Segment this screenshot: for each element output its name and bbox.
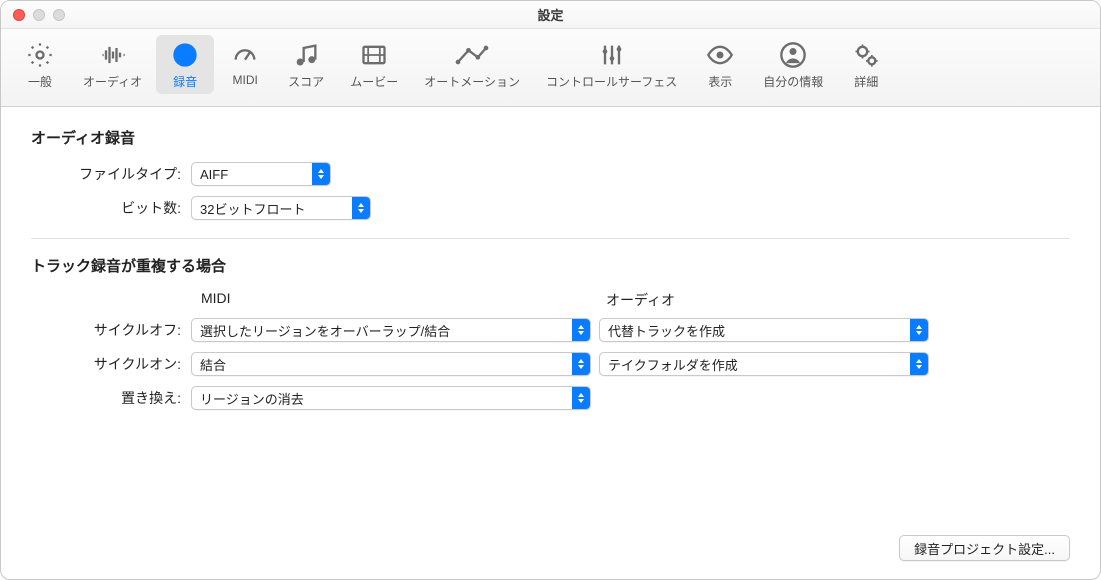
toolbar-item-recording[interactable]: 録音 bbox=[156, 35, 214, 94]
file-type-select[interactable]: AIFF bbox=[191, 162, 331, 186]
content-pane: オーディオ録音 ファイルタイプ: AIFF ビット数: 32ビットフロート トラ… bbox=[1, 107, 1100, 579]
section-title-audio-recording: オーディオ録音 bbox=[31, 127, 1070, 148]
gear-icon bbox=[26, 39, 54, 71]
toolbar-item-control-surfaces[interactable]: コントロールサーフェス bbox=[534, 35, 689, 94]
record-icon bbox=[171, 39, 199, 71]
cycle-off-row: サイクルオフ: 選択したリージョンをオーバーラップ/結合 代替トラックを作成 bbox=[31, 318, 1070, 342]
recording-project-settings-button[interactable]: 録音プロジェクト設定... bbox=[899, 535, 1070, 561]
cycle-off-audio-value: 代替トラックを作成 bbox=[608, 321, 725, 340]
toolbar-item-label: 一般 bbox=[28, 73, 52, 90]
automation-curve-icon bbox=[454, 39, 490, 71]
titlebar: 設定 bbox=[1, 1, 1100, 29]
replace-select[interactable]: リージョンの消去 bbox=[191, 386, 591, 410]
chevron-up-down-icon bbox=[910, 353, 928, 375]
file-type-row: ファイルタイプ: AIFF bbox=[31, 162, 1070, 186]
toolbar-item-label: スコア bbox=[288, 73, 324, 90]
bit-depth-label: ビット数: bbox=[31, 198, 191, 218]
gears-icon bbox=[852, 39, 880, 71]
toolbar-item-advanced[interactable]: 詳細 bbox=[837, 35, 895, 94]
chevron-up-down-icon bbox=[572, 387, 590, 409]
cycle-on-row: サイクルオン: 結合 テイクフォルダを作成 bbox=[31, 352, 1070, 376]
toolbar-item-general[interactable]: 一般 bbox=[11, 35, 69, 94]
chevron-up-down-icon bbox=[572, 353, 590, 375]
cycle-off-midi-select[interactable]: 選択したリージョンをオーバーラップ/結合 bbox=[191, 318, 591, 342]
film-icon bbox=[360, 39, 388, 71]
cycle-off-audio-select[interactable]: 代替トラックを作成 bbox=[599, 318, 929, 342]
close-window-button[interactable] bbox=[13, 9, 25, 21]
toolbar-item-label: 録音 bbox=[173, 73, 197, 90]
cycle-off-midi-value: 選択したリージョンをオーバーラップ/結合 bbox=[200, 321, 450, 340]
window-title: 設定 bbox=[537, 5, 563, 24]
cycle-on-audio-select[interactable]: テイクフォルダを作成 bbox=[599, 352, 929, 376]
person-circle-icon bbox=[779, 39, 807, 71]
cycle-on-midi-select[interactable]: 結合 bbox=[191, 352, 591, 376]
toolbar-item-my-info[interactable]: 自分の情報 bbox=[751, 35, 835, 94]
toolbar-item-label: 表示 bbox=[708, 73, 732, 90]
toolbar-item-score[interactable]: スコア bbox=[276, 35, 336, 94]
toolbar-item-label: 詳細 bbox=[854, 73, 878, 90]
sliders-icon bbox=[596, 39, 628, 71]
toolbar-item-movie[interactable]: ムービー bbox=[338, 35, 410, 94]
file-type-value: AIFF bbox=[200, 167, 228, 182]
divider bbox=[31, 238, 1070, 239]
cycle-on-midi-value: 結合 bbox=[200, 355, 226, 374]
music-note-icon bbox=[292, 39, 320, 71]
toolbar-item-label: オートメーション bbox=[424, 73, 520, 90]
waveform-icon bbox=[99, 39, 127, 71]
chevron-up-down-icon bbox=[352, 197, 370, 219]
replace-value: リージョンの消去 bbox=[200, 389, 304, 408]
cycle-off-label: サイクルオフ: bbox=[31, 320, 191, 340]
toolbar-item-label: ムービー bbox=[350, 73, 398, 90]
replace-label: 置き換え: bbox=[31, 388, 191, 408]
cycle-on-audio-value: テイクフォルダを作成 bbox=[608, 355, 738, 374]
footer: 録音プロジェクト設定... bbox=[899, 535, 1070, 561]
chevron-up-down-icon bbox=[572, 319, 590, 341]
minimize-window-button[interactable] bbox=[33, 9, 45, 21]
toolbar: 一般 オーディオ 録音 MIDI スコア bbox=[1, 29, 1100, 107]
column-header-midi: MIDI bbox=[201, 290, 606, 310]
cycle-on-label: サイクルオン: bbox=[31, 354, 191, 374]
toolbar-item-automation[interactable]: オートメーション bbox=[412, 35, 532, 94]
chevron-up-down-icon bbox=[910, 319, 928, 341]
toolbar-item-label: MIDI bbox=[233, 73, 258, 87]
traffic-lights bbox=[13, 9, 65, 21]
bit-depth-value: 32ビットフロート bbox=[200, 199, 305, 218]
bit-depth-select[interactable]: 32ビットフロート bbox=[191, 196, 371, 220]
gauge-icon bbox=[231, 39, 259, 71]
toolbar-item-audio[interactable]: オーディオ bbox=[71, 35, 154, 94]
toolbar-item-label: コントロールサーフェス bbox=[546, 73, 677, 90]
section-title-overlapping: トラック録音が重複する場合 bbox=[31, 255, 1070, 276]
button-label: 録音プロジェクト設定... bbox=[914, 539, 1055, 558]
zoom-window-button[interactable] bbox=[53, 9, 65, 21]
toolbar-item-midi[interactable]: MIDI bbox=[216, 35, 274, 91]
replace-row: 置き換え: リージョンの消去 bbox=[31, 386, 1070, 410]
chevron-up-down-icon bbox=[312, 163, 330, 185]
columns-header: MIDI オーディオ bbox=[201, 290, 1070, 310]
bit-depth-row: ビット数: 32ビットフロート bbox=[31, 196, 1070, 220]
file-type-label: ファイルタイプ: bbox=[31, 164, 191, 184]
column-header-audio: オーディオ bbox=[606, 290, 1011, 310]
eye-icon bbox=[705, 39, 735, 71]
toolbar-item-display[interactable]: 表示 bbox=[691, 35, 749, 94]
toolbar-item-label: 自分の情報 bbox=[763, 73, 823, 90]
toolbar-item-label: オーディオ bbox=[83, 73, 142, 90]
settings-window: 設定 一般 オーディオ 録音 MIDI bbox=[0, 0, 1101, 580]
